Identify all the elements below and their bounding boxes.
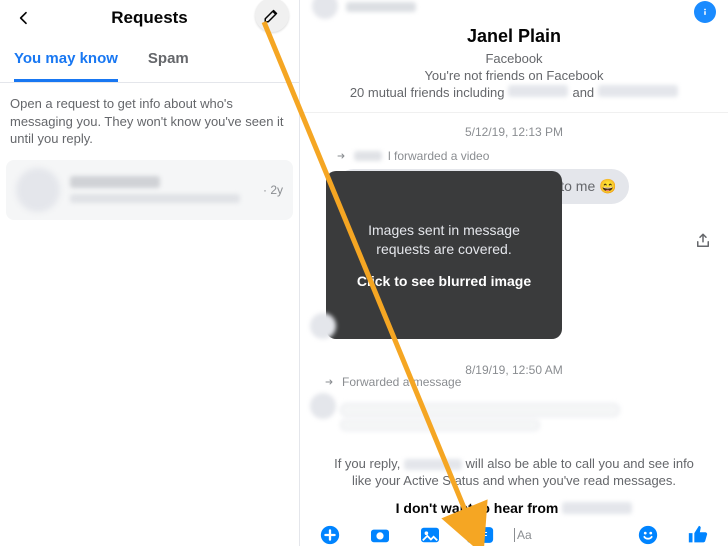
mutual-and: and (572, 85, 594, 100)
forward-icon (324, 376, 336, 388)
forward-icon (336, 150, 348, 162)
mutual-prefix: 20 mutual friends including (350, 85, 505, 100)
add-button[interactable] (314, 524, 346, 546)
overlay-text-2: Click to see blurred image (344, 273, 544, 289)
request-list-item[interactable]: · 2y (6, 160, 293, 220)
message-avatar (310, 393, 336, 419)
share-button[interactable] (694, 231, 712, 256)
info-button[interactable] (694, 1, 716, 23)
tab-spam[interactable]: Spam (148, 50, 189, 82)
avatar (16, 168, 60, 212)
platform-label: Facebook (312, 51, 716, 66)
input-placeholder: Aa (514, 528, 532, 542)
mutual-name-redacted (508, 85, 568, 97)
mutual-friends-row: 20 mutual friends including and (312, 85, 716, 100)
share-icon (694, 231, 712, 251)
header-avatar (312, 0, 338, 19)
left-header: Requests (0, 0, 299, 36)
request-tabs: You may know Spam (0, 36, 299, 83)
person-name: Janel Plain (312, 26, 716, 47)
svg-text:GIF: GIF (473, 531, 488, 541)
request-name-redacted (70, 176, 160, 188)
composer-bar: GIF Aa (300, 518, 728, 546)
pencil-icon (263, 6, 281, 24)
message-thread: 5/12/19, 12:13 PM l forwarded a video Th… (300, 113, 728, 449)
block-row[interactable]: I don't want to hear from (300, 496, 728, 518)
image-icon (419, 526, 441, 544)
camera-button[interactable] (364, 524, 396, 546)
requests-pane: Requests You may know Spam Open a reques… (0, 0, 300, 546)
reply-warning: If you reply, will also be able to call … (300, 449, 728, 496)
not-friends-label: You're not friends on Facebook (312, 68, 716, 83)
forwarded-text: l forwarded a video (388, 149, 489, 163)
overlay-text-1: Images sent in message requests are cove… (344, 221, 544, 259)
name-redacted (562, 502, 632, 514)
info-icon (699, 6, 711, 18)
emoji-button[interactable] (632, 524, 664, 546)
message-avatar (310, 313, 336, 339)
sender-name-redacted (354, 151, 382, 161)
request-time: · 2y (263, 183, 283, 197)
name-redacted (404, 459, 462, 470)
block-prefix: I don't want to hear from (396, 500, 559, 516)
gif-button[interactable]: GIF (464, 524, 496, 546)
blurred-image-overlay[interactable]: Images sent in message requests are cove… (326, 171, 562, 339)
thumbs-up-icon (687, 524, 709, 546)
smile-icon (637, 524, 659, 546)
forwarded-text: Forwarded a message (342, 375, 461, 389)
chat-header: Janel Plain Facebook You're not friends … (300, 0, 728, 113)
message-redacted (340, 419, 540, 431)
camera-icon (369, 526, 391, 544)
request-preview-redacted (70, 194, 240, 203)
header-name-redacted (346, 2, 416, 12)
request-text (70, 176, 263, 203)
warning-prefix: If you reply, (334, 456, 404, 471)
tab-you-may-know[interactable]: You may know (14, 50, 118, 82)
gif-icon: GIF (466, 526, 494, 544)
timestamp: 5/12/19, 12:13 PM (312, 125, 716, 139)
like-button[interactable] (682, 524, 714, 546)
requests-title: Requests (12, 8, 287, 28)
forwarded-label: l forwarded a video (336, 149, 716, 163)
requests-hint: Open a request to get info about who's m… (0, 83, 299, 160)
message-redacted (340, 403, 620, 417)
message-input[interactable]: Aa (514, 528, 614, 542)
mutual-name-redacted (598, 85, 678, 97)
plus-circle-icon (319, 524, 341, 546)
forwarded-label: Forwarded a message (324, 375, 461, 389)
gallery-button[interactable] (414, 524, 446, 546)
conversation-pane: Janel Plain Facebook You're not friends … (300, 0, 728, 546)
